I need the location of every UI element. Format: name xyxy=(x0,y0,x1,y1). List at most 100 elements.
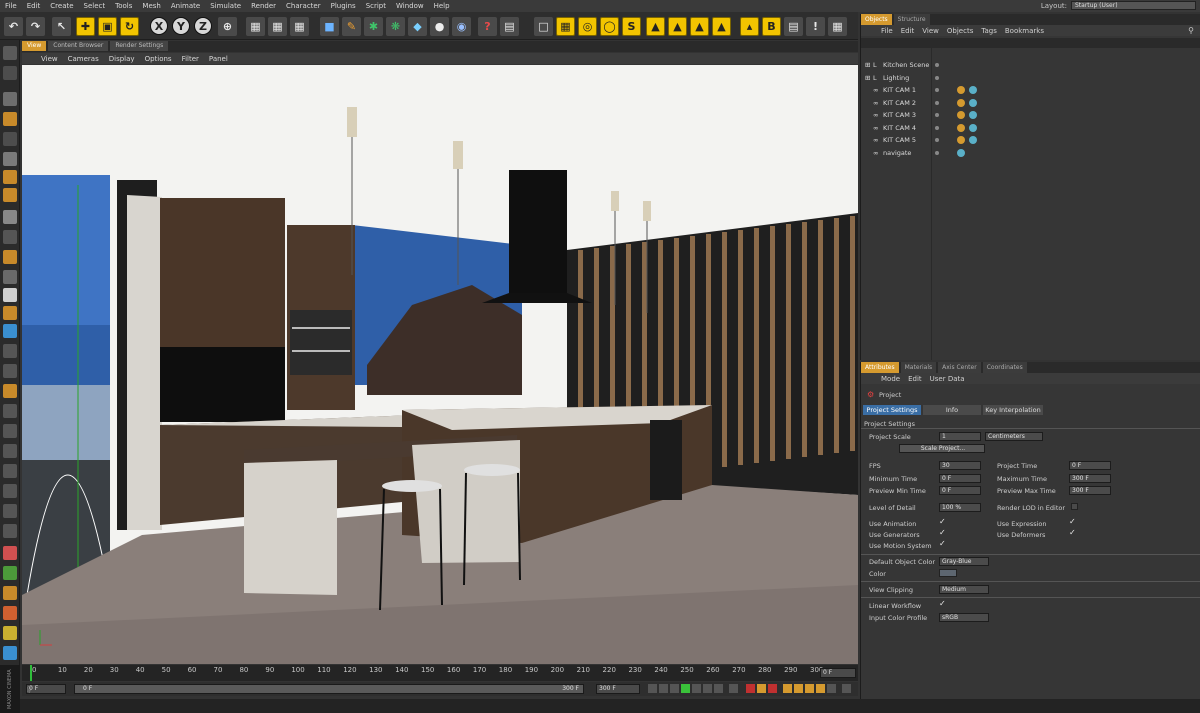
y-axis-lock-icon[interactable]: Y xyxy=(172,17,190,35)
protection-tag-icon[interactable] xyxy=(957,148,965,157)
menu-tools[interactable]: Tools xyxy=(110,2,137,10)
render-view-icon[interactable]: ▦ xyxy=(246,17,265,36)
use-animation-checkbox[interactable]: ✓ xyxy=(939,517,946,526)
om-menu-view[interactable]: View xyxy=(918,27,943,35)
symmetry-icon[interactable] xyxy=(3,444,17,458)
visibility-dot[interactable] xyxy=(935,100,939,105)
snap-tool-icon[interactable] xyxy=(3,250,17,264)
model-tool-icon[interactable] xyxy=(3,66,17,80)
solo-icon[interactable] xyxy=(3,230,17,244)
redo-icon[interactable]: ↷ xyxy=(26,17,45,36)
subtab-project-settings[interactable]: Project Settings xyxy=(863,405,921,415)
vp-menu-view[interactable]: View xyxy=(36,55,63,63)
workplane-tool-icon[interactable] xyxy=(3,132,17,146)
paint-icon[interactable] xyxy=(3,626,17,640)
om-menu-bookmarks[interactable]: Bookmarks xyxy=(1001,27,1048,35)
autokey-icon[interactable] xyxy=(757,684,766,693)
render-lod-checkbox[interactable] xyxy=(1071,503,1078,510)
join-icon[interactable] xyxy=(3,404,17,418)
grid-tool-icon[interactable] xyxy=(3,270,17,284)
max-time-input[interactable]: 300 F xyxy=(1069,474,1111,483)
scale-tool-icon[interactable]: ▣ xyxy=(98,17,117,36)
scale-project-button[interactable]: Scale Project... xyxy=(899,444,985,453)
timeline-menu-icon[interactable] xyxy=(842,684,851,693)
move-tool-icon[interactable]: ✚ xyxy=(76,17,95,36)
menu-plugins[interactable]: Plugins xyxy=(326,2,361,10)
protection-tag-icon[interactable] xyxy=(969,136,977,144)
texture-tool-icon[interactable] xyxy=(3,112,17,126)
target-tag-icon[interactable] xyxy=(957,136,965,144)
tab-render-settings[interactable]: Render Settings xyxy=(110,41,169,51)
smooth-icon[interactable] xyxy=(3,504,17,518)
protection-tag-icon[interactable] xyxy=(969,98,977,107)
am-menu-mode[interactable]: Mode xyxy=(877,375,904,383)
list-item[interactable]: ∞ KIT CAM 2 xyxy=(861,97,1200,109)
subdivision-icon[interactable]: ✱ xyxy=(364,17,383,36)
protection-tag-icon[interactable] xyxy=(969,111,977,119)
om-menu-objects[interactable]: Objects xyxy=(943,27,977,35)
axis-mode-icon[interactable]: ▲ xyxy=(668,17,687,36)
python-script-icon[interactable]: B xyxy=(762,17,781,36)
current-frame-field[interactable]: 0 F xyxy=(820,668,856,678)
object-mode-icon[interactable] xyxy=(3,92,17,106)
layout-select[interactable]: Startup (User) xyxy=(1071,1,1196,10)
subtab-key-interpolation[interactable]: Key Interpolation xyxy=(983,405,1043,415)
subtab-info[interactable]: Info xyxy=(923,405,981,415)
loop-cut-icon[interactable] xyxy=(3,586,17,600)
mirror-icon[interactable] xyxy=(3,606,17,620)
cube-icon[interactable]: ■ xyxy=(320,17,339,36)
tab-axis-center[interactable]: Axis Center xyxy=(938,362,981,373)
preview-max-input[interactable]: 300 F xyxy=(1069,486,1111,495)
om-menu-file[interactable]: File xyxy=(877,27,897,35)
project-scale-input[interactable]: 1 xyxy=(939,432,981,441)
loop-icon[interactable] xyxy=(729,684,738,693)
visibility-dot[interactable] xyxy=(935,150,939,155)
tab-attributes[interactable]: Attributes xyxy=(861,362,899,373)
vp-menu-options[interactable]: Options xyxy=(140,55,177,63)
timeline-ruler[interactable]: 0 10 20 30 40 50 60 70 80 90 100 110 120 130 140 150 160… xyxy=(22,665,858,681)
go-to-end-icon[interactable] xyxy=(714,684,723,693)
target-tag-icon[interactable] xyxy=(957,111,965,119)
default-color-select[interactable]: Gray-Blue xyxy=(939,557,989,566)
tab-materials[interactable]: Materials xyxy=(900,362,937,373)
playhead[interactable] xyxy=(30,665,32,681)
enable-axis-icon[interactable]: ▴ xyxy=(740,17,759,36)
project-time-input[interactable]: 0 F xyxy=(1069,461,1111,470)
target-tag-icon[interactable] xyxy=(957,98,965,107)
use-generators-checkbox[interactable]: ✓ xyxy=(939,528,946,537)
visibility-dot[interactable] xyxy=(935,125,939,130)
chain-icon[interactable] xyxy=(3,364,17,378)
menu-edit[interactable]: Edit xyxy=(22,2,46,10)
checker-icon[interactable] xyxy=(3,210,17,224)
om-menu-edit[interactable]: Edit xyxy=(897,27,919,35)
menu-window[interactable]: Window xyxy=(391,2,429,10)
visibility-dot[interactable] xyxy=(935,138,939,142)
live-selection-icon[interactable]: ↖ xyxy=(52,17,71,36)
vp-menu-filter[interactable]: Filter xyxy=(177,55,204,63)
axis-icon[interactable] xyxy=(3,324,17,338)
next-key-icon[interactable] xyxy=(703,684,712,693)
menu-create[interactable]: Create xyxy=(45,2,78,10)
target-tag-icon[interactable] xyxy=(957,123,965,132)
3d-viewport[interactable] xyxy=(22,65,858,664)
play-icon[interactable] xyxy=(681,684,690,693)
spreadsheet-icon[interactable]: ▤ xyxy=(500,17,519,36)
use-deformers-checkbox[interactable]: ✓ xyxy=(1069,528,1076,537)
list-item[interactable]: ∞ KIT CAM 3 xyxy=(861,109,1200,121)
next-frame-icon[interactable] xyxy=(692,684,701,693)
list-item[interactable]: ∞ navigate xyxy=(861,147,1200,159)
search-icon[interactable]: ⚲ xyxy=(1188,26,1194,35)
visibility-dot[interactable] xyxy=(935,113,939,117)
edit-render-settings-icon[interactable]: ▦ xyxy=(290,17,309,36)
bevel-icon[interactable] xyxy=(3,566,17,580)
tab-coordinates[interactable]: Coordinates xyxy=(982,362,1027,373)
undo-icon[interactable]: ↶ xyxy=(4,17,23,36)
menu-select[interactable]: Select xyxy=(79,2,111,10)
menu-mesh[interactable]: Mesh xyxy=(137,2,165,10)
polygons-mode-icon[interactable]: ◯ xyxy=(600,17,619,36)
knife-icon[interactable] xyxy=(3,464,17,478)
scale-key-icon[interactable] xyxy=(794,684,803,693)
protection-tag-icon[interactable] xyxy=(969,123,977,132)
menu-file[interactable]: File xyxy=(0,2,22,10)
tab-content-browser[interactable]: Content Browser xyxy=(48,41,109,51)
